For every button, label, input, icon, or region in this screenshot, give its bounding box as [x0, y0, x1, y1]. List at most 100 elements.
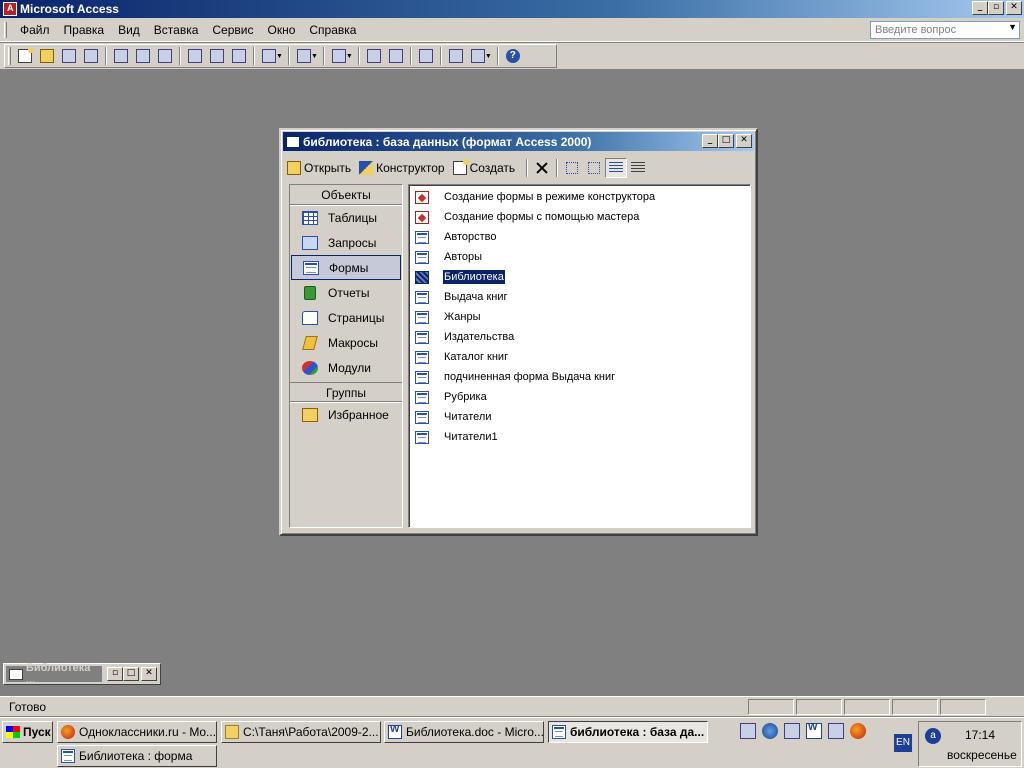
list-item[interactable]: Читатели1: [415, 428, 499, 446]
minimize-button[interactable]: _: [702, 134, 718, 148]
print-button[interactable]: [110, 46, 132, 66]
list-item[interactable]: Читатели: [415, 408, 493, 426]
delete-button[interactable]: [531, 158, 553, 178]
script-button[interactable]: [385, 46, 407, 66]
maximize-button[interactable]: □: [123, 667, 139, 681]
database-icon: [286, 135, 300, 148]
list-item[interactable]: Авторы: [415, 248, 483, 266]
properties-button[interactable]: [415, 46, 437, 66]
ask-question-input[interactable]: Введите вопрос ▼: [870, 21, 1020, 39]
menu-tools[interactable]: Сервис: [205, 23, 260, 37]
quick-launch-icon[interactable]: [740, 723, 756, 739]
undo-dropdown-icon[interactable]: ▼: [276, 53, 283, 60]
cut-button[interactable]: [184, 46, 206, 66]
restore-button[interactable]: ▫: [988, 1, 1004, 15]
list-item[interactable]: Выдача книг: [415, 288, 509, 306]
code-icon: [366, 49, 381, 63]
maximize-button[interactable]: □: [718, 134, 734, 148]
close-button[interactable]: ✕: [141, 667, 157, 681]
create-object-button[interactable]: Создать: [452, 159, 515, 175]
list-item-create-design[interactable]: Создание формы в режиме конструктора: [415, 188, 656, 206]
large-icons-view-button[interactable]: [561, 158, 583, 178]
app-title-bar[interactable]: Microsoft Access _ ▫ ✕: [0, 0, 1024, 18]
minimize-button[interactable]: _: [972, 1, 988, 15]
list-item[interactable]: подчиненная форма Выдача книг: [415, 368, 616, 386]
object-modules[interactable]: Модули: [290, 355, 402, 380]
object-tables[interactable]: Таблицы: [290, 205, 402, 230]
object-queries[interactable]: Запросы: [290, 230, 402, 255]
copy-icon: [210, 49, 224, 63]
menu-insert[interactable]: Вставка: [147, 23, 206, 37]
list-item[interactable]: Авторство: [415, 228, 497, 246]
spelling-button[interactable]: [154, 46, 176, 66]
chevron-down-icon[interactable]: ▼: [1008, 22, 1017, 32]
minimized-window-title-bar[interactable]: Библиотека ...: [6, 662, 102, 686]
code-button[interactable]: [363, 46, 385, 66]
media-player-icon[interactable]: [828, 723, 844, 739]
details-view-button[interactable]: [627, 158, 649, 178]
status-panel: [940, 698, 986, 715]
task-label: Библиотека.doc - Micro...: [406, 725, 544, 739]
groups-header[interactable]: Группы: [290, 382, 402, 402]
minimized-form-window[interactable]: Библиотека ... ▫ □ ✕: [3, 662, 161, 686]
list-item[interactable]: Рубрика: [415, 388, 488, 406]
toolbar-grip[interactable]: [8, 47, 11, 65]
copy-button[interactable]: [206, 46, 228, 66]
clock-time[interactable]: 17:14: [965, 728, 995, 742]
relationships-button[interactable]: [445, 46, 467, 66]
office-links-dropdown-icon[interactable]: ▼: [346, 53, 353, 60]
windows-logo-icon: [6, 726, 20, 738]
taskbar-item-folder[interactable]: C:\Таня\Работа\2009-2...: [221, 721, 381, 743]
open-button[interactable]: [36, 46, 58, 66]
design-view-button[interactable]: Конструктор: [359, 161, 445, 175]
close-button[interactable]: ✕: [736, 134, 752, 148]
word-icon[interactable]: [806, 722, 822, 739]
analyze-dropdown-icon[interactable]: ▼: [311, 53, 318, 60]
menu-view[interactable]: Вид: [111, 23, 147, 37]
start-button[interactable]: Пуск: [2, 721, 53, 743]
taskbar-item-firefox[interactable]: Одноклассники.ru - Mo...: [57, 721, 217, 743]
help-button[interactable]: ?: [502, 46, 524, 66]
object-macros[interactable]: Макросы: [290, 330, 402, 355]
taskbar-item-access[interactable]: библиотека : база да...: [548, 721, 708, 743]
paste-icon: [232, 49, 246, 63]
open-object-button[interactable]: Открыть: [287, 161, 351, 175]
list-item-selected[interactable]: Библиотека: [415, 268, 506, 286]
database-window[interactable]: библиотека : база данных (формат Access …: [279, 128, 758, 536]
menu-edit[interactable]: Правка: [57, 23, 112, 37]
paste-button[interactable]: [228, 46, 250, 66]
search-button[interactable]: [80, 46, 102, 66]
antivirus-icon[interactable]: a: [925, 728, 941, 744]
group-favorites[interactable]: Избранное: [290, 402, 402, 427]
menu-help[interactable]: Справка: [302, 23, 363, 37]
menu-grip[interactable]: [4, 21, 7, 38]
close-button[interactable]: ✕: [1006, 1, 1022, 15]
restore-button[interactable]: ▫: [107, 667, 123, 681]
object-forms[interactable]: Формы: [291, 255, 401, 280]
language-indicator[interactable]: EN: [894, 734, 912, 752]
small-icons-view-button[interactable]: [583, 158, 605, 178]
menu-window[interactable]: Окно: [260, 23, 302, 37]
object-pages[interactable]: Страницы: [290, 305, 402, 330]
list-item[interactable]: Жанры: [415, 308, 482, 326]
access-icon[interactable]: [3, 2, 17, 16]
database-window-title-bar[interactable]: библиотека : база данных (формат Access …: [283, 132, 754, 151]
menu-file[interactable]: Файл: [13, 23, 57, 37]
print-preview-button[interactable]: [132, 46, 154, 66]
search-icon: [84, 49, 98, 63]
new-button[interactable]: [14, 46, 36, 66]
list-item[interactable]: Каталог книг: [415, 348, 509, 366]
list-item[interactable]: Издательства: [415, 328, 515, 346]
list-item-create-wizard[interactable]: Создание формы с помощью мастера: [415, 208, 640, 226]
toolbar-separator: [496, 47, 499, 65]
taskbar-item-word[interactable]: Библиотека.doc - Micro...: [384, 721, 544, 743]
objects-header[interactable]: Объекты: [290, 185, 402, 205]
desktop-icon[interactable]: [784, 723, 800, 739]
object-reports[interactable]: Отчеты: [290, 280, 402, 305]
save-button[interactable]: [58, 46, 80, 66]
ie-icon[interactable]: [762, 723, 778, 739]
firefox-icon[interactable]: [850, 723, 866, 739]
list-view-button[interactable]: [605, 158, 628, 178]
new-object-dropdown-icon[interactable]: ▼: [485, 53, 492, 60]
taskbar-item-form[interactable]: Библиотека : форма: [57, 745, 217, 767]
